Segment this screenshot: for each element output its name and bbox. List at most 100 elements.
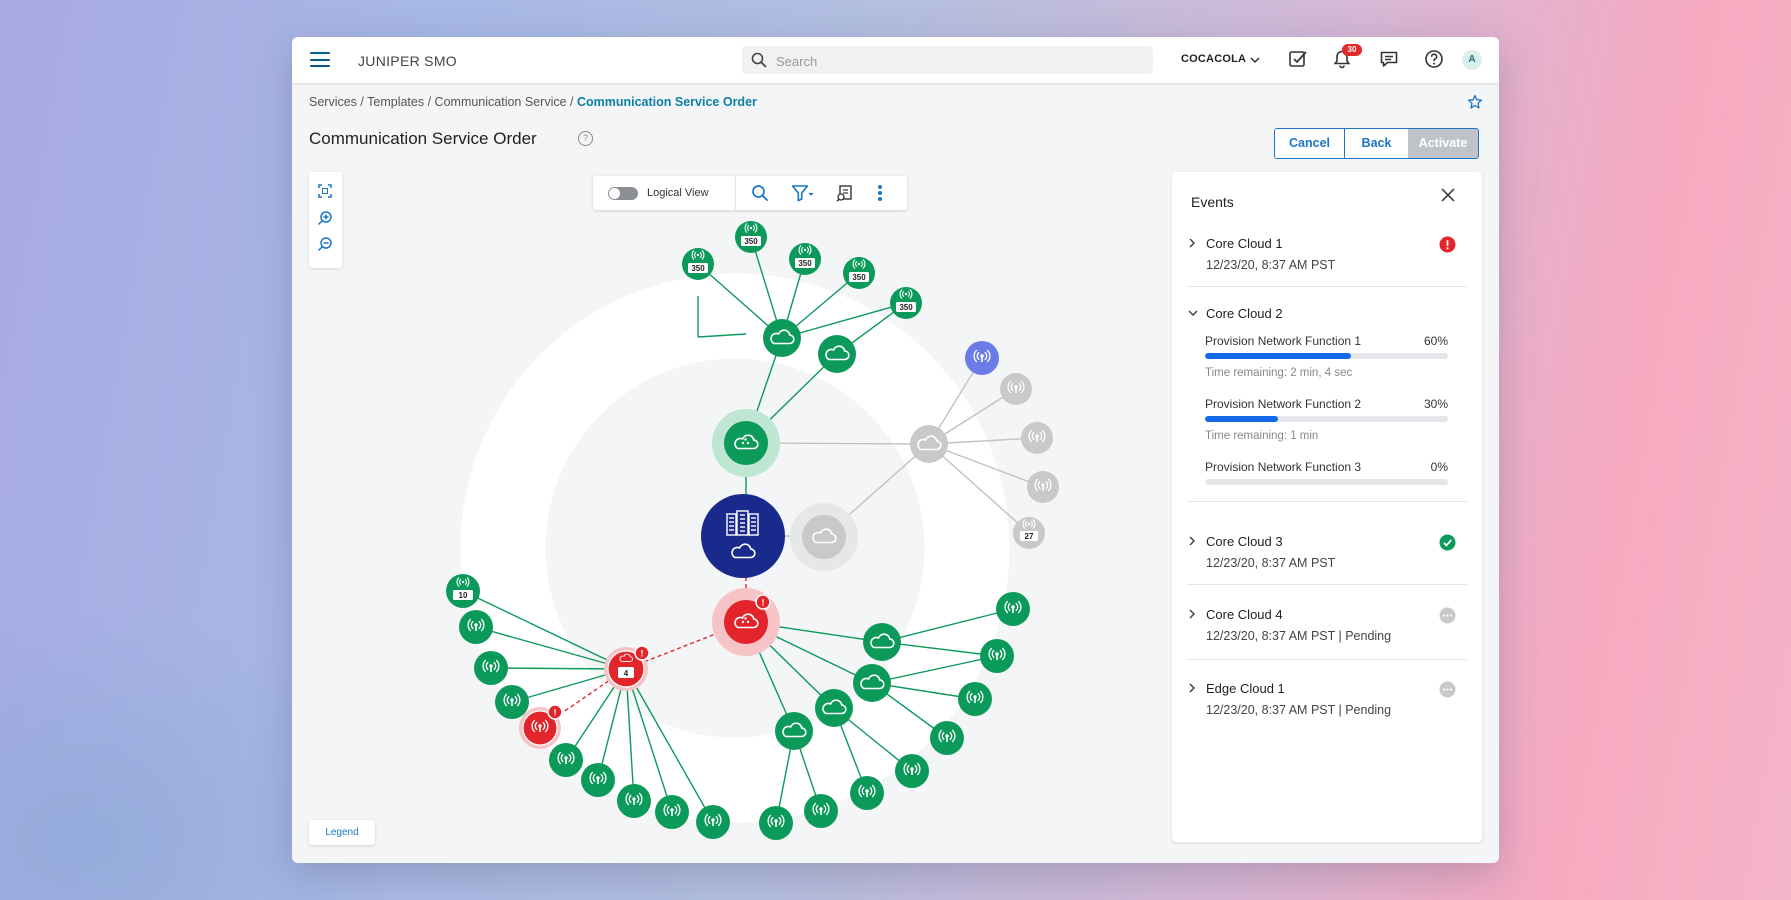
event-divider (1187, 286, 1467, 287)
time-remaining: Time remaining: 1 min (1205, 430, 1319, 442)
radio-node[interactable] (474, 651, 508, 685)
pending-status-icon (1439, 681, 1456, 698)
node-badge: 4 (624, 669, 629, 678)
node-badge: 350 (852, 273, 866, 282)
legend-button[interactable]: Legend (309, 820, 375, 845)
radio-node[interactable] (459, 610, 493, 644)
edge-cloud-node[interactable] (763, 319, 801, 357)
radio-node-10[interactable]: 10 (446, 574, 480, 608)
event-divider (1187, 584, 1467, 585)
radio-node-purple[interactable] (965, 341, 999, 375)
edge-node-350-c[interactable]: 350 (789, 243, 821, 275)
radio-node[interactable] (696, 805, 730, 839)
edge-node-350-e[interactable]: 350 (890, 287, 922, 319)
provision-function-percent: 0% (1430, 460, 1448, 474)
edge-node-350-d[interactable]: 350 (843, 257, 875, 289)
help-icon[interactable] (1424, 49, 1444, 69)
event-timestamp: 12/23/20, 8:37 AM PST (1206, 556, 1336, 570)
event-name: Core Cloud 4 (1206, 607, 1283, 622)
logical-view-label: Logical View (647, 187, 709, 199)
event-name: Core Cloud 3 (1206, 534, 1283, 549)
radio-node[interactable] (617, 784, 651, 818)
filter-icon[interactable] (791, 184, 815, 202)
radio-node[interactable] (581, 763, 615, 797)
radio-node-grey-27[interactable]: 27 (1013, 517, 1045, 549)
central-datacenter-node[interactable] (701, 494, 785, 578)
progress-bar (1205, 416, 1448, 422)
pending-status-icon (1439, 607, 1456, 624)
chevron-right-icon[interactable] (1187, 535, 1197, 547)
events-panel: Events Core Cloud 1 12/23/20, 8:37 AM PS… (1172, 172, 1482, 842)
time-remaining: Time remaining: 2 min, 4 sec (1205, 367, 1353, 379)
core-cloud-node-grey[interactable] (790, 503, 858, 571)
core-cloud-node-green[interactable] (712, 409, 780, 477)
radio-node-grey[interactable] (1021, 422, 1053, 454)
provision-function-label: Provision Network Function 1 (1205, 334, 1362, 348)
event-name: Edge Cloud 1 (1206, 681, 1285, 696)
radio-node[interactable] (759, 806, 793, 840)
chevron-down-icon[interactable] (1249, 54, 1261, 66)
chevron-right-icon[interactable] (1187, 608, 1197, 620)
logical-view-toggle[interactable] (608, 187, 638, 200)
edge-cloud-node[interactable] (775, 712, 813, 750)
edge-cloud-node[interactable] (815, 689, 853, 727)
edge-node-350-a[interactable]: 350 (682, 248, 714, 280)
progress-bar-fill (1205, 353, 1351, 359)
radio-node[interactable] (958, 682, 992, 716)
back-button[interactable]: Back (1345, 129, 1408, 158)
radio-node[interactable] (549, 743, 583, 777)
close-icon[interactable] (1440, 187, 1456, 203)
org-selector-label[interactable]: COCACOLA (1181, 53, 1246, 65)
radio-node[interactable] (804, 794, 838, 828)
radio-node[interactable] (895, 754, 929, 788)
edge-cloud-node-grey[interactable] (910, 425, 948, 463)
edge-cloud-node-red-4[interactable]: 4! (604, 645, 650, 691)
node-badge: 350 (798, 259, 812, 268)
event-divider (1187, 501, 1467, 502)
activate-button[interactable]: Activate (1408, 129, 1478, 158)
edge-cloud-node[interactable] (818, 335, 856, 373)
radio-node-grey[interactable] (1027, 471, 1059, 503)
node-badge: 27 (1025, 532, 1034, 541)
provision-function-label: Provision Network Function 2 (1205, 397, 1362, 411)
canvas-toolbar: Logical View (593, 176, 907, 210)
event-timestamp: 12/23/20, 8:37 AM PST | Pending (1206, 629, 1392, 643)
event-timestamp: 12/23/20, 8:37 AM PST | Pending (1206, 703, 1392, 717)
avatar[interactable]: A (1462, 50, 1482, 70)
provision-function-percent: 60% (1423, 334, 1448, 348)
edge-cloud-node[interactable] (853, 664, 891, 702)
chevron-right-icon[interactable] (1187, 682, 1197, 694)
tasks-checkbox-icon[interactable] (1288, 49, 1308, 69)
error-status-icon (1439, 236, 1456, 253)
more-vertical-icon[interactable] (876, 184, 884, 202)
radio-node[interactable] (495, 685, 529, 719)
cancel-button[interactable]: Cancel (1275, 129, 1345, 158)
radio-node[interactable] (850, 776, 884, 810)
search-icon[interactable] (751, 184, 769, 202)
radio-node[interactable] (996, 592, 1030, 626)
radio-node[interactable] (655, 795, 689, 829)
radio-node-grey[interactable] (1000, 373, 1032, 405)
app-window: JUNIPER SMO COCACOLA 30 A Services / Tem… (292, 37, 1499, 863)
progress-bar (1205, 479, 1448, 485)
node-badge: 350 (744, 237, 758, 246)
core-cloud-node-red[interactable]: ! (712, 588, 780, 656)
radio-node[interactable] (980, 639, 1014, 673)
event-name: Core Cloud 1 (1206, 236, 1283, 251)
edge-cloud-node[interactable] (863, 623, 901, 661)
chat-icon[interactable] (1379, 49, 1399, 69)
chevron-right-icon[interactable] (1187, 237, 1197, 249)
notification-count-badge: 30 (1342, 44, 1362, 56)
progress-bar-fill (1205, 416, 1278, 422)
favorite-star-icon[interactable] (1467, 94, 1483, 110)
event-name: Core Cloud 2 (1206, 306, 1283, 321)
node-badge: 350 (691, 264, 705, 273)
topology-graph[interactable]: 350 350 350 350 350 27 ! 10 4! ! (292, 37, 1172, 863)
chevron-down-icon[interactable] (1187, 307, 1199, 319)
report-icon[interactable] (836, 184, 854, 202)
radio-node[interactable] (930, 721, 964, 755)
svg-text:!: ! (554, 708, 557, 718)
edge-node-350-b[interactable]: 350 (735, 221, 767, 253)
svg-text:!: ! (641, 649, 644, 659)
events-title: Events (1191, 194, 1234, 210)
